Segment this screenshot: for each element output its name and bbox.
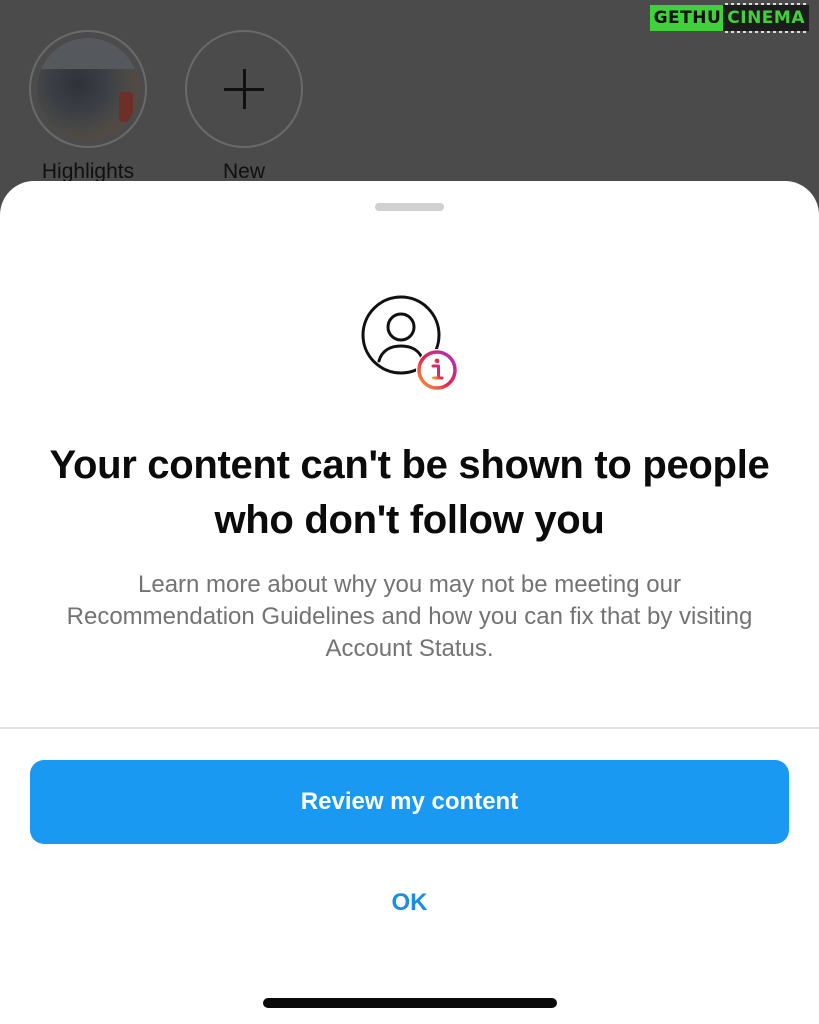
new-highlight-ring xyxy=(185,30,303,148)
highlight-cover-ring xyxy=(29,30,147,148)
highlight-item-new[interactable]: New xyxy=(183,30,305,184)
watermark-right-text: CINEMA xyxy=(723,3,809,33)
plus-icon xyxy=(224,69,264,109)
home-indicator xyxy=(263,998,557,1008)
highlight-cover-image xyxy=(37,38,139,140)
account-info-icon xyxy=(361,295,458,391)
review-my-content-button[interactable]: Review my content xyxy=(30,760,789,844)
divider xyxy=(0,727,819,729)
sheet-grabber-handle[interactable] xyxy=(375,203,444,211)
highlight-item-highlights[interactable]: Highlights xyxy=(27,30,149,184)
watermark-left-text: GETHU xyxy=(649,5,724,31)
sheet-title: Your content can't be shown to people wh… xyxy=(49,443,770,542)
sheet-description: Learn more about why you may not be meet… xyxy=(66,571,753,662)
channel-watermark: GETHU CINEMA xyxy=(649,3,809,33)
ok-button[interactable]: OK xyxy=(330,878,489,928)
bottom-sheet: Your content can't be shown to people wh… xyxy=(0,181,819,1024)
